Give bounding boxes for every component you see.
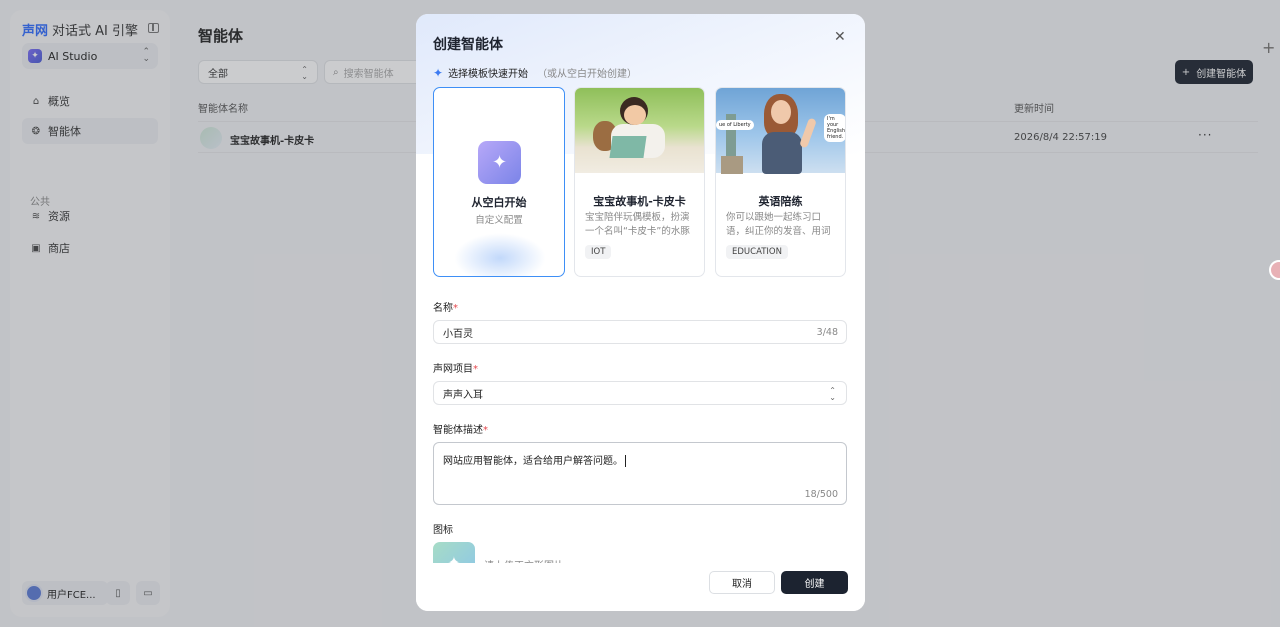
create-button[interactable]: 创建 [781,571,848,594]
card-glow [454,233,546,276]
name-input[interactable]: 小百灵 3/48 [433,320,847,344]
template-tag: IOT [585,245,612,259]
template-desc: 你可以跟她一起练习口语，纠正你的发音、用词 [726,212,831,237]
speech-bubble-right: I'm your English friend. [824,114,845,142]
template-image-english: ue of Liberty I'm your English friend. [716,88,845,174]
dialog-footer: 取消 创建 [416,563,865,611]
text-caret [625,455,626,467]
description-textarea[interactable]: 网站应用智能体，适合给用户解答问题。 18/500 [433,442,847,505]
project-value: 声声入耳 [443,389,483,401]
template-desc: 宝宝陪伴玩偶模板，扮演一个名叫“卡皮卡”的水豚 [585,212,690,237]
description-value: 网站应用智能体，适合给用户解答问题。 [443,456,623,467]
dialog-title: 创建智能体 [433,37,503,53]
cancel-button[interactable]: 取消 [709,571,775,594]
project-select[interactable]: 声声入耳 ⌃ ⌄ [433,381,847,405]
template-sub: 自定义配置 [475,215,523,226]
template-card-english[interactable]: ue of Liberty I'm your English friend. 英… [715,87,846,277]
name-count: 3/48 [816,327,838,338]
close-icon[interactable]: ✕ [834,29,846,45]
template-image-kid [575,88,704,173]
speech-bubble-left: ue of Liberty [716,120,754,130]
name-label: 名称* [433,303,458,314]
icon-label: 图标 [433,525,453,536]
template-heading: ✦ 选择模板快速开始 （或从空白开始创建） [433,65,638,81]
project-label: 声网项目* [433,364,478,375]
template-heading-sub: （或从空白开始创建） [537,69,638,80]
plus-icon: + [1262,38,1276,57]
chevron-updown-icon: ⌃ ⌄ [829,386,836,402]
template-card-story[interactable]: 宝宝故事机-卡皮卡 宝宝陪伴玩偶模板，扮演一个名叫“卡皮卡”的水豚 IOT [574,87,705,277]
template-name: 从空白开始 [471,196,527,209]
template-name: 英语陪练 [758,195,803,208]
create-agent-dialog: 创建智能体 ✕ ✦ 选择模板快速开始 （或从空白开始创建） ✦ 从空白开始 自定… [416,14,865,611]
template-card-blank[interactable]: ✦ 从空白开始 自定义配置 [433,87,565,277]
template-name: 宝宝故事机-卡皮卡 [593,195,686,208]
description-count: 18/500 [804,489,838,500]
template-tag: EDUCATION [726,245,788,259]
sparkle-icon: ✦ [478,141,521,184]
sparkle-icon: ✦ [433,65,444,80]
description-label: 智能体描述* [433,425,488,436]
name-value: 小百灵 [443,328,473,340]
template-heading-text: 选择模板快速开始 [448,69,529,80]
